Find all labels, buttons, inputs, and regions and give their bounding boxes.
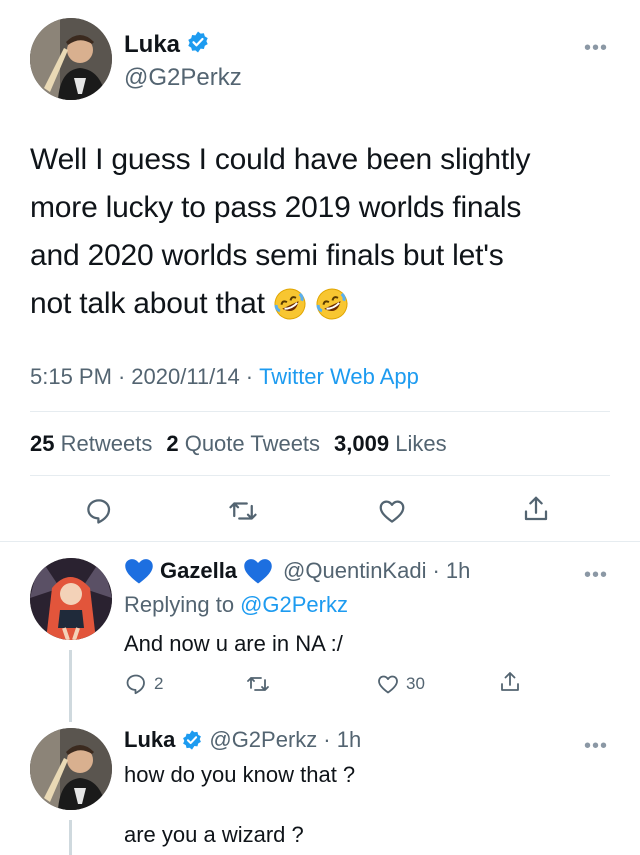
tweet-date[interactable]: 2020/11/14 bbox=[131, 364, 239, 390]
thread-line bbox=[69, 650, 72, 722]
author-avatar[interactable] bbox=[30, 18, 112, 100]
quotes-label: Quote Tweets bbox=[184, 431, 321, 456]
reply-reply-button[interactable]: 2 bbox=[124, 672, 163, 696]
reply-age: · 1h bbox=[323, 727, 362, 752]
reply-icon bbox=[126, 674, 145, 695]
reply-retweet-button[interactable] bbox=[246, 672, 270, 696]
reply-share-button[interactable] bbox=[498, 670, 522, 694]
verified-badge-icon bbox=[183, 730, 202, 750]
likes-label: Likes bbox=[395, 431, 447, 456]
quotes-count: 2 bbox=[166, 431, 179, 456]
retweets-label: Retweets bbox=[60, 431, 153, 456]
author-handle[interactable]: @G2Perkz bbox=[124, 64, 242, 92]
share-button[interactable] bbox=[521, 494, 551, 524]
likes-count: 3,009 bbox=[334, 431, 390, 456]
divider bbox=[30, 475, 610, 476]
meta-separator: · bbox=[245, 364, 254, 389]
retweet-icon bbox=[229, 502, 257, 520]
share-icon bbox=[524, 496, 548, 521]
tweet-text-line: not talk about that bbox=[30, 287, 265, 320]
tweet-text: Well I guess I could have been slightly … bbox=[30, 136, 620, 328]
reply-avatar[interactable] bbox=[30, 728, 112, 810]
tweet-time: 5:15 PM bbox=[30, 364, 112, 389]
meta-separator: · bbox=[117, 364, 126, 389]
reply-text-line: are you a wizard ? bbox=[124, 822, 304, 847]
reply-text: And now u are in NA :/ bbox=[124, 631, 343, 656]
tweet-text-line: more lucky to pass 2019 worlds finals bbox=[30, 191, 522, 224]
thread-line bbox=[69, 820, 72, 855]
reply-avatar[interactable] bbox=[30, 558, 112, 640]
reply-author-handle[interactable]: @G2Perkz bbox=[209, 727, 317, 753]
reply-age: · 1h bbox=[432, 558, 471, 583]
more-options-icon[interactable]: ••• bbox=[584, 38, 608, 58]
verified-badge-icon bbox=[186, 30, 210, 59]
reply-icon bbox=[87, 499, 111, 524]
tweet-text-line: and 2020 worlds semi finals but let's bbox=[30, 239, 504, 272]
reply-button[interactable] bbox=[84, 496, 114, 526]
tweet-source[interactable]: Twitter Web App bbox=[259, 364, 419, 390]
like-button[interactable] bbox=[377, 496, 407, 526]
quote-tweets-stat[interactable]: 2 Quote Tweets bbox=[166, 431, 320, 457]
reply-more-options-icon[interactable]: ••• bbox=[584, 736, 608, 756]
retweet-icon bbox=[247, 677, 269, 691]
reply-like-button[interactable]: 30 bbox=[376, 672, 425, 696]
heart-icon bbox=[379, 500, 405, 523]
reply-count: 2 bbox=[154, 674, 164, 693]
author-name[interactable]: Luka bbox=[124, 31, 180, 59]
replying-to-label: Replying to bbox=[124, 592, 235, 617]
likes-stat[interactable]: 3,009 Likes bbox=[334, 431, 447, 457]
divider bbox=[30, 411, 610, 412]
blue-heart-emoji-icon bbox=[244, 559, 272, 584]
reply-author-name[interactable]: Luka bbox=[124, 727, 175, 753]
share-icon bbox=[501, 672, 519, 691]
rofl-emoji-icon bbox=[315, 287, 349, 321]
rofl-emoji-icon bbox=[273, 287, 307, 321]
retweets-stat[interactable]: 25 Retweets bbox=[30, 431, 152, 457]
reply-author-handle[interactable]: @QuentinKadi bbox=[283, 558, 426, 584]
blue-heart-emoji-icon bbox=[125, 559, 153, 584]
replying-to-link[interactable]: @G2Perkz bbox=[240, 592, 348, 618]
reply-more-options-icon[interactable]: ••• bbox=[584, 565, 608, 585]
heart-icon bbox=[378, 675, 398, 694]
retweet-button[interactable] bbox=[228, 496, 258, 526]
retweets-count: 25 bbox=[30, 431, 55, 456]
like-count: 30 bbox=[406, 674, 425, 693]
reply-text-line: how do you know that ? bbox=[124, 762, 356, 787]
tweet-text-line: Well I guess I could have been slightly bbox=[30, 143, 531, 176]
divider bbox=[0, 541, 640, 542]
reply-author-name[interactable]: Gazella bbox=[160, 558, 237, 584]
